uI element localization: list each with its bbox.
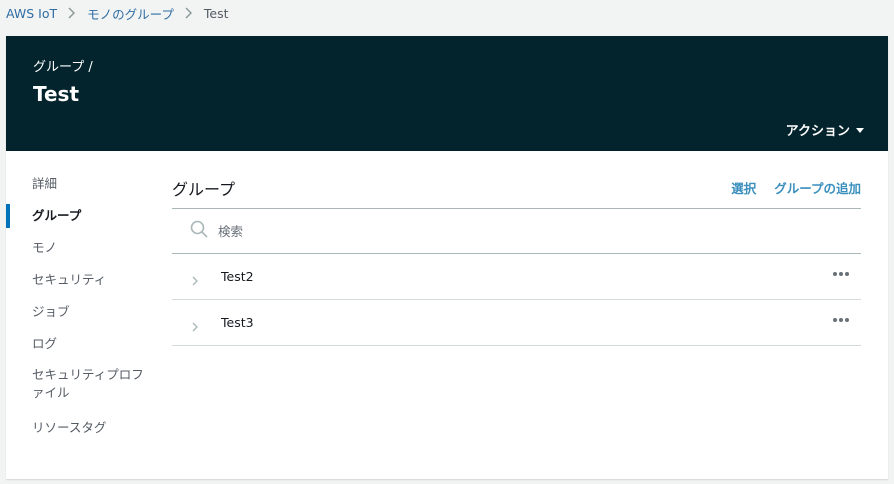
search-bar: [172, 208, 861, 254]
nav-item-security[interactable]: セキュリティ: [6, 264, 146, 296]
nav-item-label: セキュリティプロファイル: [32, 367, 144, 400]
nav-item-resource-tags[interactable]: リソースタグ: [6, 412, 146, 444]
side-navigation: 詳細 グループ モノ セキュリティ ジョブ ログ セキュリティプロファイル リソ…: [6, 168, 146, 444]
nav-item-label: モノ: [32, 240, 58, 255]
group-detail-card: グループ / Test アクション 詳細 グループ モノ セキュリティ ジョブ …: [6, 36, 888, 479]
page-subtitle: グループ /: [33, 60, 93, 75]
groups-panel-header: グループ 選択 グループの追加: [172, 176, 861, 208]
add-group-button[interactable]: グループの追加: [774, 178, 861, 197]
more-options-icon[interactable]: [833, 272, 849, 276]
group-row[interactable]: Test3: [172, 300, 861, 346]
nav-item-label: ジョブ: [32, 304, 70, 319]
breadcrumb-link-thing-groups[interactable]: モノのグループ: [87, 4, 174, 23]
nav-item-label: グループ: [32, 208, 82, 223]
breadcrumb-link-aws-iot[interactable]: AWS IoT: [6, 6, 57, 21]
nav-item-label: 詳細: [32, 176, 58, 191]
group-row-label[interactable]: Test2: [221, 269, 254, 284]
page-title: Test: [33, 82, 80, 106]
section-actions: 選択 グループの追加: [731, 178, 861, 197]
nav-item-label: ログ: [32, 336, 58, 351]
select-button[interactable]: 選択: [731, 178, 756, 197]
search-icon: [190, 220, 208, 242]
page-header: グループ / Test アクション: [6, 36, 888, 151]
section-title: グループ: [172, 180, 236, 199]
group-row-label[interactable]: Test3: [221, 315, 254, 330]
search-input[interactable]: [218, 223, 818, 239]
breadcrumb-current: Test: [203, 5, 229, 21]
chevron-right-icon: [185, 7, 193, 19]
nav-item-logs[interactable]: ログ: [6, 328, 146, 360]
nav-item-security-profiles[interactable]: セキュリティプロファイル: [6, 360, 146, 412]
expand-chevron-icon[interactable]: [192, 317, 199, 336]
breadcrumb: AWS IoT モノのグループ Test: [6, 4, 229, 22]
groups-panel: グループ 選択 グループの追加 Test2 Test: [172, 176, 861, 346]
actions-dropdown-button[interactable]: アクション: [786, 120, 864, 139]
nav-item-things[interactable]: モノ: [6, 232, 146, 264]
nav-item-label: リソースタグ: [32, 420, 107, 435]
nav-item-groups[interactable]: グループ: [6, 200, 146, 232]
nav-item-label: セキュリティ: [32, 272, 107, 287]
expand-chevron-icon[interactable]: [192, 271, 199, 290]
caret-down-icon: [856, 122, 864, 137]
nav-item-jobs[interactable]: ジョブ: [6, 296, 146, 328]
more-options-icon[interactable]: [833, 318, 849, 322]
nav-item-details[interactable]: 詳細: [6, 168, 146, 200]
chevron-right-icon: [68, 7, 76, 19]
group-row[interactable]: Test2: [172, 254, 861, 300]
actions-label: アクション: [785, 124, 850, 139]
